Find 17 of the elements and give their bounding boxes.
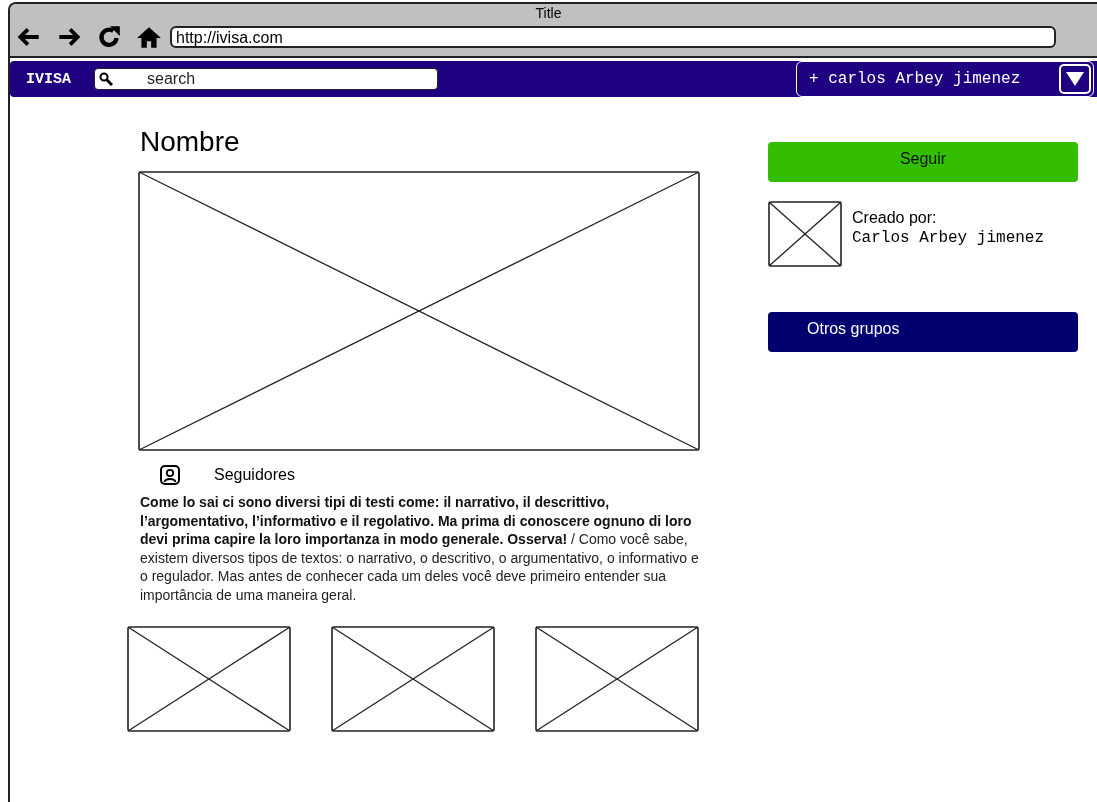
created-by-label: Creado por:: [852, 209, 938, 227]
user-menu[interactable]: + carlos Arbey jimenez: [796, 61, 1094, 97]
window-title: Title: [534, 4, 563, 22]
search-icon: [99, 72, 113, 86]
reload-icon[interactable]: [96, 24, 122, 50]
caret-icon: [1065, 71, 1085, 87]
creator-name: Carlos Arbey jimenez: [852, 229, 1045, 247]
group-name: Nombre: [140, 125, 241, 159]
followers-label[interactable]: Seguidores: [214, 466, 295, 484]
user-icon: [160, 465, 180, 485]
dropdown-button[interactable]: [1059, 64, 1091, 94]
other-groups-button[interactable]: Otros grupos: [768, 312, 1078, 352]
search-field[interactable]: search: [94, 68, 438, 90]
group-description: Come lo sai ci sono diversi tipi di testi come: il narrativo, il descrittivo, l’argomentativo, l’informativo e il regolativo. Ma prima di conoscere ognuno di loro devi prima capire la loro importanza in modo generale. Osserva! / Como você sabe, existem diversos tipos de textos: o narrativo, o descritivo, o argumentativo, o informativo e o regulador. Mas antes de conhecer cada um deles você deve primeiro entender sua importância de uma maneira geral.: [140, 493, 700, 604]
brand-logo[interactable]: IVISA: [26, 70, 94, 88]
address-bar[interactable]: http://ivisa.com: [170, 26, 1056, 48]
follow-button[interactable]: Seguir: [768, 142, 1078, 182]
